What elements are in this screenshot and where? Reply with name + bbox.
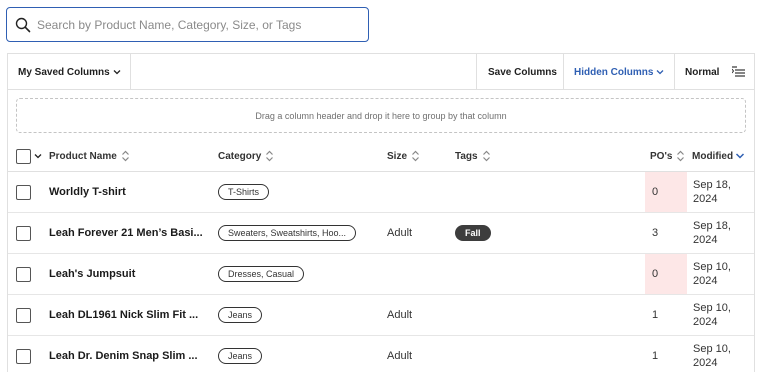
- saved-columns-dropdown[interactable]: My Saved Columns: [8, 54, 131, 90]
- column-label: Category: [218, 150, 262, 162]
- column-label: Modified: [692, 150, 734, 162]
- row-checkbox[interactable]: [16, 348, 31, 364]
- save-columns-label: Save Columns: [488, 66, 557, 78]
- chevron-down-icon: [656, 70, 664, 75]
- pos-count: 1: [652, 350, 659, 362]
- tag-pill: Fall: [455, 225, 491, 241]
- dropzone-text: Drag a column header and drop it here to…: [255, 110, 507, 121]
- row-checkbox[interactable]: [16, 266, 31, 282]
- table-row[interactable]: Leah Forever 21 Men’s Basi... Sweaters, …: [8, 213, 754, 254]
- modified-date: Sep 10, 2024: [693, 302, 731, 328]
- chevron-down-icon[interactable]: [34, 152, 42, 160]
- products-grid: My Saved Columns Save Columns Hidden Col…: [7, 53, 755, 372]
- row-checkbox[interactable]: [16, 184, 31, 200]
- modified-date: Sep 10, 2024: [693, 261, 731, 287]
- hidden-columns-label: Hidden Columns: [574, 66, 654, 78]
- select-all-checkbox[interactable]: [16, 148, 31, 164]
- table-row[interactable]: Leah's Jumpsuit Dresses, Casual 0 Sep 10…: [8, 254, 754, 295]
- density-icon: [732, 66, 745, 77]
- table-row[interactable]: Leah Dr. Denim Snap Slim ... Jeans Adult…: [8, 336, 754, 372]
- pos-count: 1: [652, 309, 659, 321]
- row-checkbox[interactable]: [16, 307, 31, 323]
- modified-date: Sep 10, 2024: [693, 343, 731, 369]
- column-header-product-name[interactable]: Product Name: [49, 140, 130, 172]
- grid-toolbar: My Saved Columns Save Columns Hidden Col…: [8, 54, 754, 90]
- column-header-tags[interactable]: Tags: [455, 140, 491, 172]
- sort-icon[interactable]: [411, 150, 420, 162]
- pos-count: 0: [645, 254, 687, 294]
- category-pill: T-Shirts: [218, 184, 270, 200]
- category-pill: Sweaters, Sweatshirts, Hoo...: [218, 225, 357, 241]
- pos-count: 3: [652, 227, 659, 239]
- saved-columns-label: My Saved Columns: [18, 66, 110, 78]
- category-pill: Jeans: [218, 307, 263, 323]
- column-label: PO's: [650, 150, 673, 162]
- table-row[interactable]: Worldly T-shirt T-Shirts 0 Sep 18, 2024: [8, 172, 754, 213]
- column-label: Product Name: [49, 150, 117, 162]
- group-by-dropzone[interactable]: Drag a column header and drop it here to…: [16, 98, 746, 133]
- search-box[interactable]: [6, 7, 369, 42]
- size-value: Adult: [387, 309, 413, 321]
- sort-descending-icon[interactable]: [735, 152, 745, 160]
- size-value: Adult: [387, 227, 413, 239]
- category-pill: Dresses, Casual: [218, 266, 305, 282]
- sort-icon[interactable]: [482, 150, 491, 162]
- sort-icon[interactable]: [676, 150, 685, 162]
- column-header-category[interactable]: Category: [218, 140, 274, 172]
- pos-count: 0: [645, 172, 687, 212]
- table-row[interactable]: Leah DL1961 Nick Slim Fit ... Jeans Adul…: [8, 295, 754, 336]
- select-all-control[interactable]: [16, 140, 42, 172]
- column-header-modified[interactable]: Modified: [692, 140, 745, 172]
- column-label: Size: [387, 150, 408, 162]
- chevron-down-icon: [113, 70, 121, 75]
- search-icon: [15, 17, 31, 32]
- save-columns-button[interactable]: Save Columns: [476, 54, 564, 90]
- product-name[interactable]: Leah's Jumpsuit: [49, 254, 209, 294]
- product-name[interactable]: Worldly T-shirt: [49, 172, 209, 212]
- product-name[interactable]: Leah Dr. Denim Snap Slim ...: [49, 336, 209, 372]
- modified-date: Sep 18, 2024: [693, 220, 731, 246]
- density-label: Normal: [685, 66, 720, 78]
- grid-header: Product Name Category Size Tags PO's Mod…: [8, 140, 754, 172]
- size-value: Adult: [387, 350, 413, 362]
- column-header-size[interactable]: Size: [387, 140, 420, 172]
- product-name[interactable]: Leah DL1961 Nick Slim Fit ...: [49, 295, 209, 335]
- search-input[interactable]: [37, 17, 357, 32]
- density-dropdown[interactable]: Normal: [675, 54, 755, 90]
- category-pill: Jeans: [218, 348, 263, 364]
- hidden-columns-dropdown[interactable]: Hidden Columns: [564, 54, 675, 90]
- column-label: Tags: [455, 150, 478, 162]
- sort-icon[interactable]: [121, 150, 130, 162]
- column-header-pos[interactable]: PO's: [650, 140, 685, 172]
- modified-date: Sep 18, 2024: [693, 179, 731, 205]
- sort-icon[interactable]: [265, 150, 274, 162]
- product-name[interactable]: Leah Forever 21 Men’s Basi...: [49, 213, 209, 253]
- row-checkbox[interactable]: [16, 225, 31, 241]
